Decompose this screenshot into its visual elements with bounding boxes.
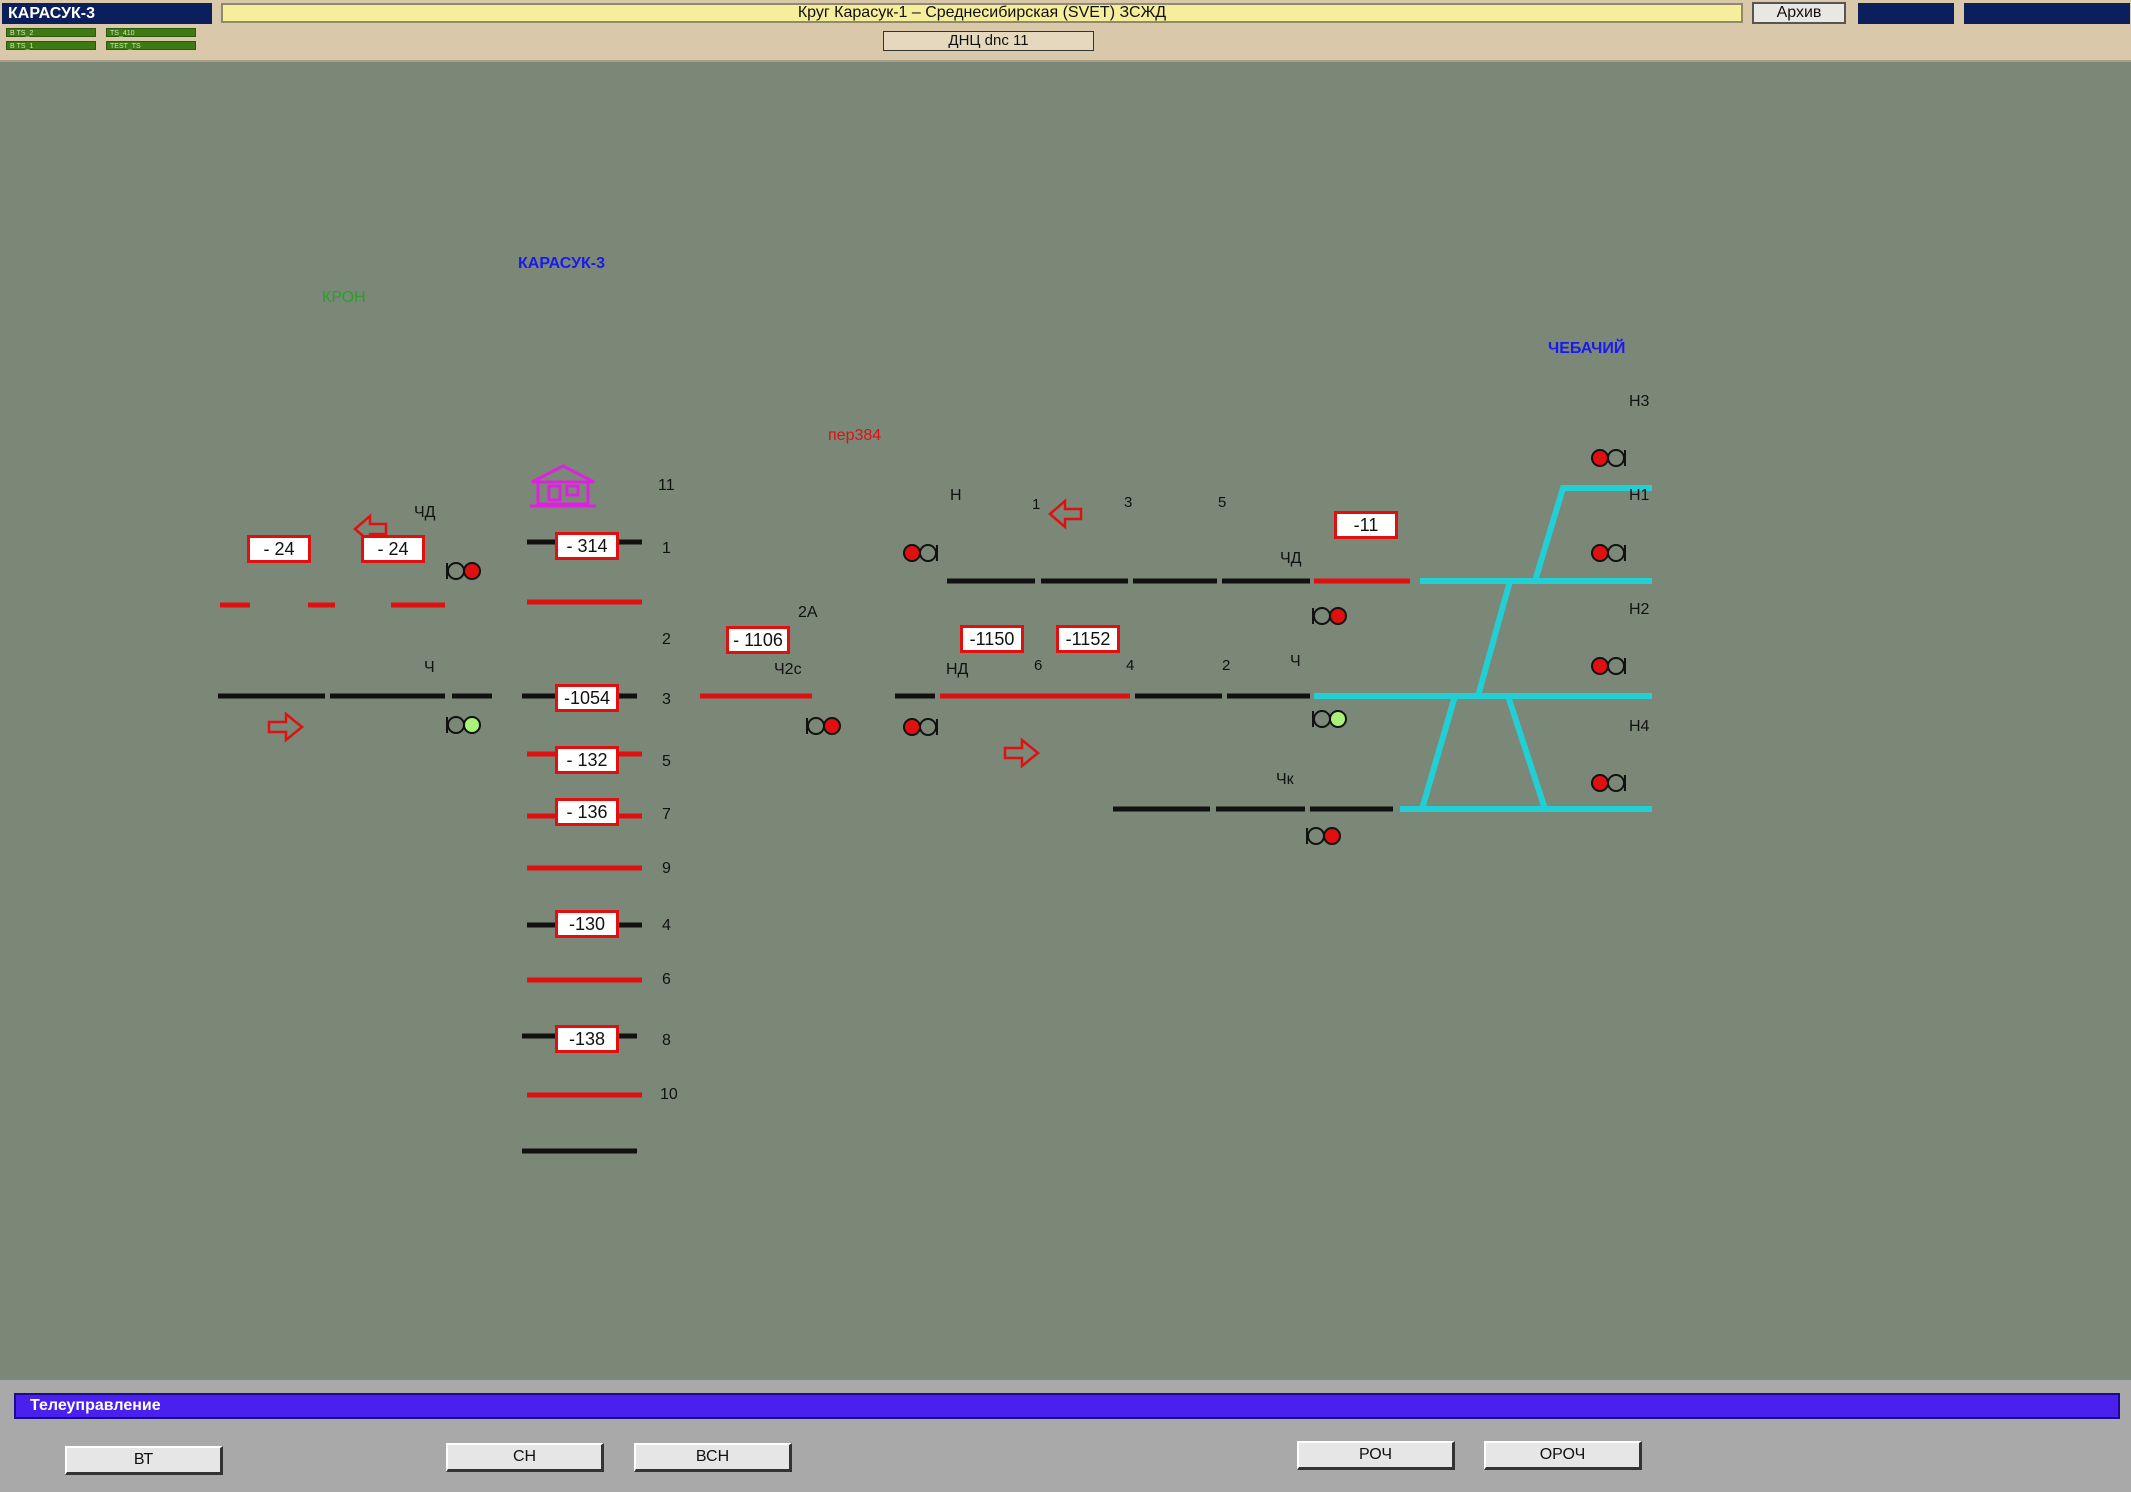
train-24-a[interactable]: - 24 xyxy=(247,535,311,563)
train-136[interactable]: - 136 xyxy=(555,798,619,826)
train-314[interactable]: - 314 xyxy=(555,532,619,560)
train-24-b[interactable]: - 24 xyxy=(361,535,425,563)
track-number-3: 3 xyxy=(662,691,671,708)
telecontrol-bar: Телеуправление xyxy=(14,1393,2120,1419)
train-138[interactable]: -138 xyxy=(555,1025,619,1053)
section-label-4: 4 xyxy=(1126,657,1135,674)
roch-button[interactable]: РОЧ xyxy=(1297,1441,1455,1470)
track-number-8: 8 xyxy=(662,1032,671,1049)
train-130[interactable]: -130 xyxy=(555,910,619,938)
section-label-2: 2 xyxy=(1222,657,1231,674)
signal-label-chk: Чк xyxy=(1276,771,1294,788)
train-1150[interactable]: -1150 xyxy=(960,625,1024,653)
signal-label-ch-left: Ч xyxy=(424,659,435,676)
track-number-7: 7 xyxy=(662,806,671,823)
track-number-11: 11 xyxy=(658,477,675,494)
section-label-3: 3 xyxy=(1124,494,1133,511)
signal-label-chd-left: ЧД xyxy=(414,504,436,521)
station-label-chebachiy: ЧЕБАЧИЙ xyxy=(1548,340,1626,357)
section-label-2a: 2А xyxy=(798,604,818,621)
signal-label-n4: Н4 xyxy=(1629,718,1650,735)
crossing-label-per384: пер384 xyxy=(828,427,882,444)
signal-label-n2: Н2 xyxy=(1629,601,1650,618)
signal-label-chd-right: ЧД xyxy=(1280,550,1302,567)
signal-label-nd: НД xyxy=(946,661,969,678)
section-label-1: 1 xyxy=(1032,496,1041,513)
train-1054[interactable]: -1054 xyxy=(555,684,619,712)
track-number-4: 4 xyxy=(662,917,671,934)
track-diagram xyxy=(0,118,2131,1436)
train-11[interactable]: -11 xyxy=(1334,511,1398,539)
train-1152[interactable]: -1152 xyxy=(1056,625,1120,653)
train-1106[interactable]: - 1106 xyxy=(726,626,790,654)
track-number-1: 1 xyxy=(662,540,671,557)
track-number-5: 5 xyxy=(662,753,671,770)
signal-label-n: Н xyxy=(950,487,962,504)
signal-label-ch2s: Ч2с xyxy=(774,661,802,678)
train-132[interactable]: - 132 xyxy=(555,746,619,774)
sn-button[interactable]: СН xyxy=(446,1443,604,1472)
track-number-9: 9 xyxy=(662,860,671,877)
track-number-6: 6 xyxy=(662,971,671,988)
oroch-button[interactable]: ОРОЧ xyxy=(1484,1441,1642,1470)
signal-label-n1: Н1 xyxy=(1629,487,1650,504)
vt-button[interactable]: ВТ xyxy=(65,1446,223,1475)
track-number-10: 10 xyxy=(660,1086,678,1103)
section-label-5: 5 xyxy=(1218,494,1227,511)
station-label-karasuk3: КАРАСУК-3 xyxy=(518,255,606,272)
kron-label: КРОН xyxy=(322,289,366,306)
signal-label-ch-right: Ч xyxy=(1290,653,1301,670)
vsn-button[interactable]: ВСН xyxy=(634,1443,792,1472)
track-number-2: 2 xyxy=(662,631,671,648)
section-label-6: 6 xyxy=(1034,657,1043,674)
signal-label-n3: Н3 xyxy=(1629,393,1650,410)
